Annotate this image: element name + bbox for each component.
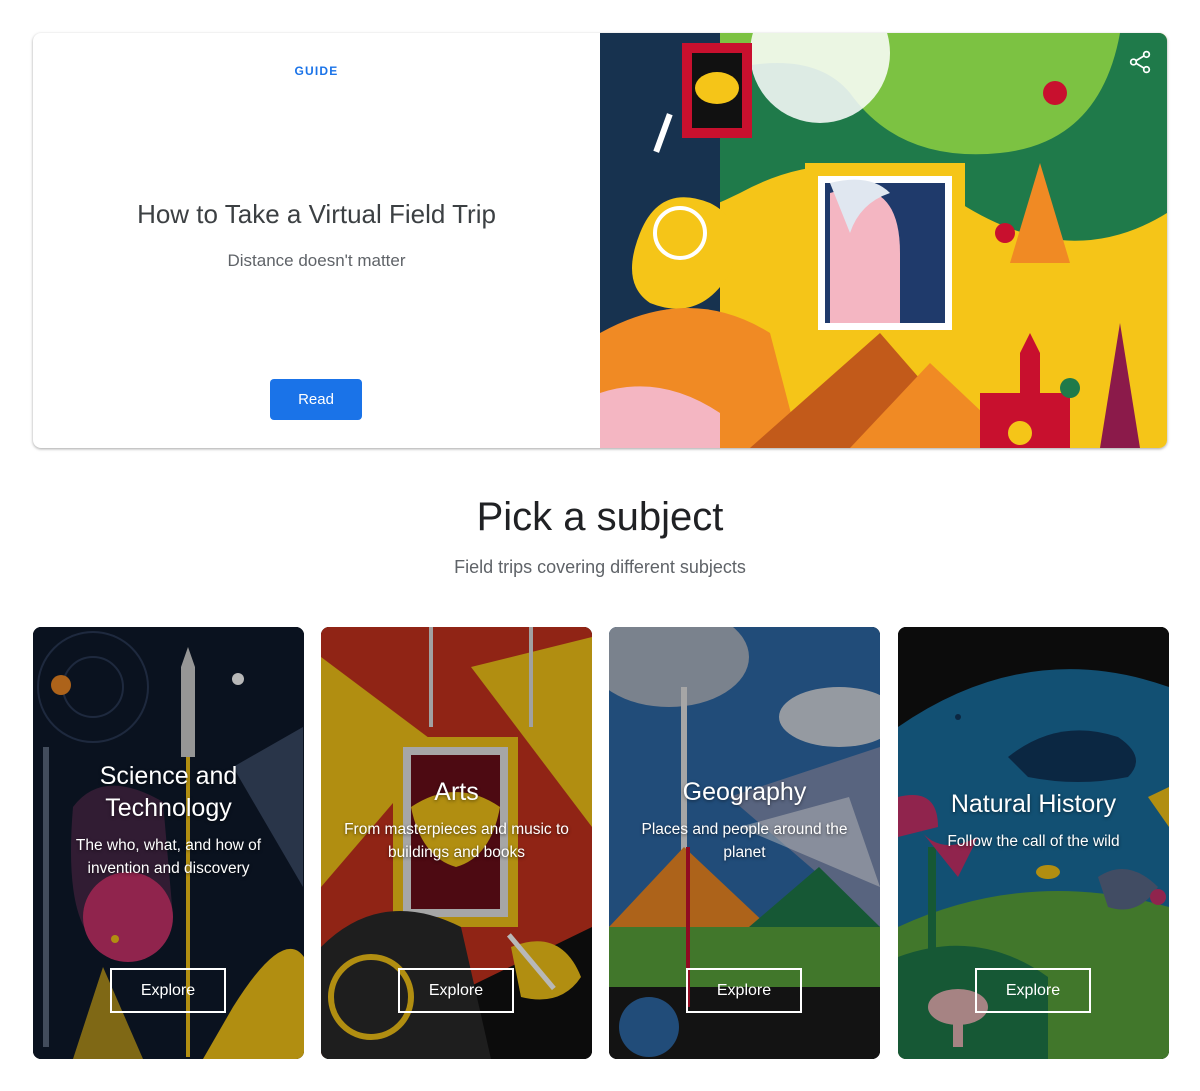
subject-card-natural-history[interactable]: Natural History Follow the call of the w…: [898, 627, 1169, 1059]
card-description: From masterpieces and music to buildings…: [333, 818, 580, 864]
explore-button[interactable]: Explore: [975, 968, 1091, 1013]
hero-card: GUIDE How to Take a Virtual Field Trip D…: [33, 33, 1167, 448]
card-title-line: Technology: [105, 794, 232, 822]
card-description: Follow the call of the wild: [910, 830, 1157, 853]
section-title: Pick a subject: [476, 495, 724, 539]
card-description-line: The who, what, and how of: [75, 837, 262, 854]
subject-card-science[interactable]: Science and Technology The who, what, an…: [33, 627, 304, 1059]
hero-subtitle: Distance doesn't matter: [227, 251, 406, 270]
read-button[interactable]: Read: [270, 379, 362, 420]
card-description-line: Places and people around the: [641, 821, 848, 838]
card-title: Natural History: [950, 790, 1117, 818]
card-description: Places and people around the planet: [621, 818, 868, 864]
card-description-line: From masterpieces and music to: [344, 821, 569, 838]
card-title-line: Science and: [99, 762, 238, 790]
explore-button[interactable]: Explore: [398, 968, 514, 1013]
explore-button[interactable]: Explore: [110, 968, 226, 1013]
section-subtitle: Field trips covering different subjects: [454, 557, 746, 577]
explore-button[interactable]: Explore: [686, 968, 802, 1013]
card-description-line: planet: [723, 844, 766, 861]
card-title: Arts: [434, 778, 479, 806]
card-title: Geography: [682, 778, 807, 806]
share-icon[interactable]: [1127, 49, 1153, 75]
card-description-line: Follow the call of the wild: [947, 833, 1120, 850]
card-description-line: buildings and books: [387, 844, 526, 861]
hero-text-panel: GUIDE How to Take a Virtual Field Trip D…: [33, 33, 600, 448]
card-description-line: invention and discovery: [87, 860, 250, 877]
card-title: Science and Technology: [43, 760, 294, 824]
subject-card-geography[interactable]: Geography Places and people around the p…: [609, 627, 880, 1059]
hero-title: How to Take a Virtual Field Trip: [137, 199, 496, 229]
card-description: The who, what, and how of invention and …: [45, 834, 292, 880]
hero-kicker: GUIDE: [294, 64, 339, 78]
subject-card-arts[interactable]: Arts From masterpieces and music to buil…: [321, 627, 592, 1059]
hero-illustration: [600, 33, 1167, 448]
